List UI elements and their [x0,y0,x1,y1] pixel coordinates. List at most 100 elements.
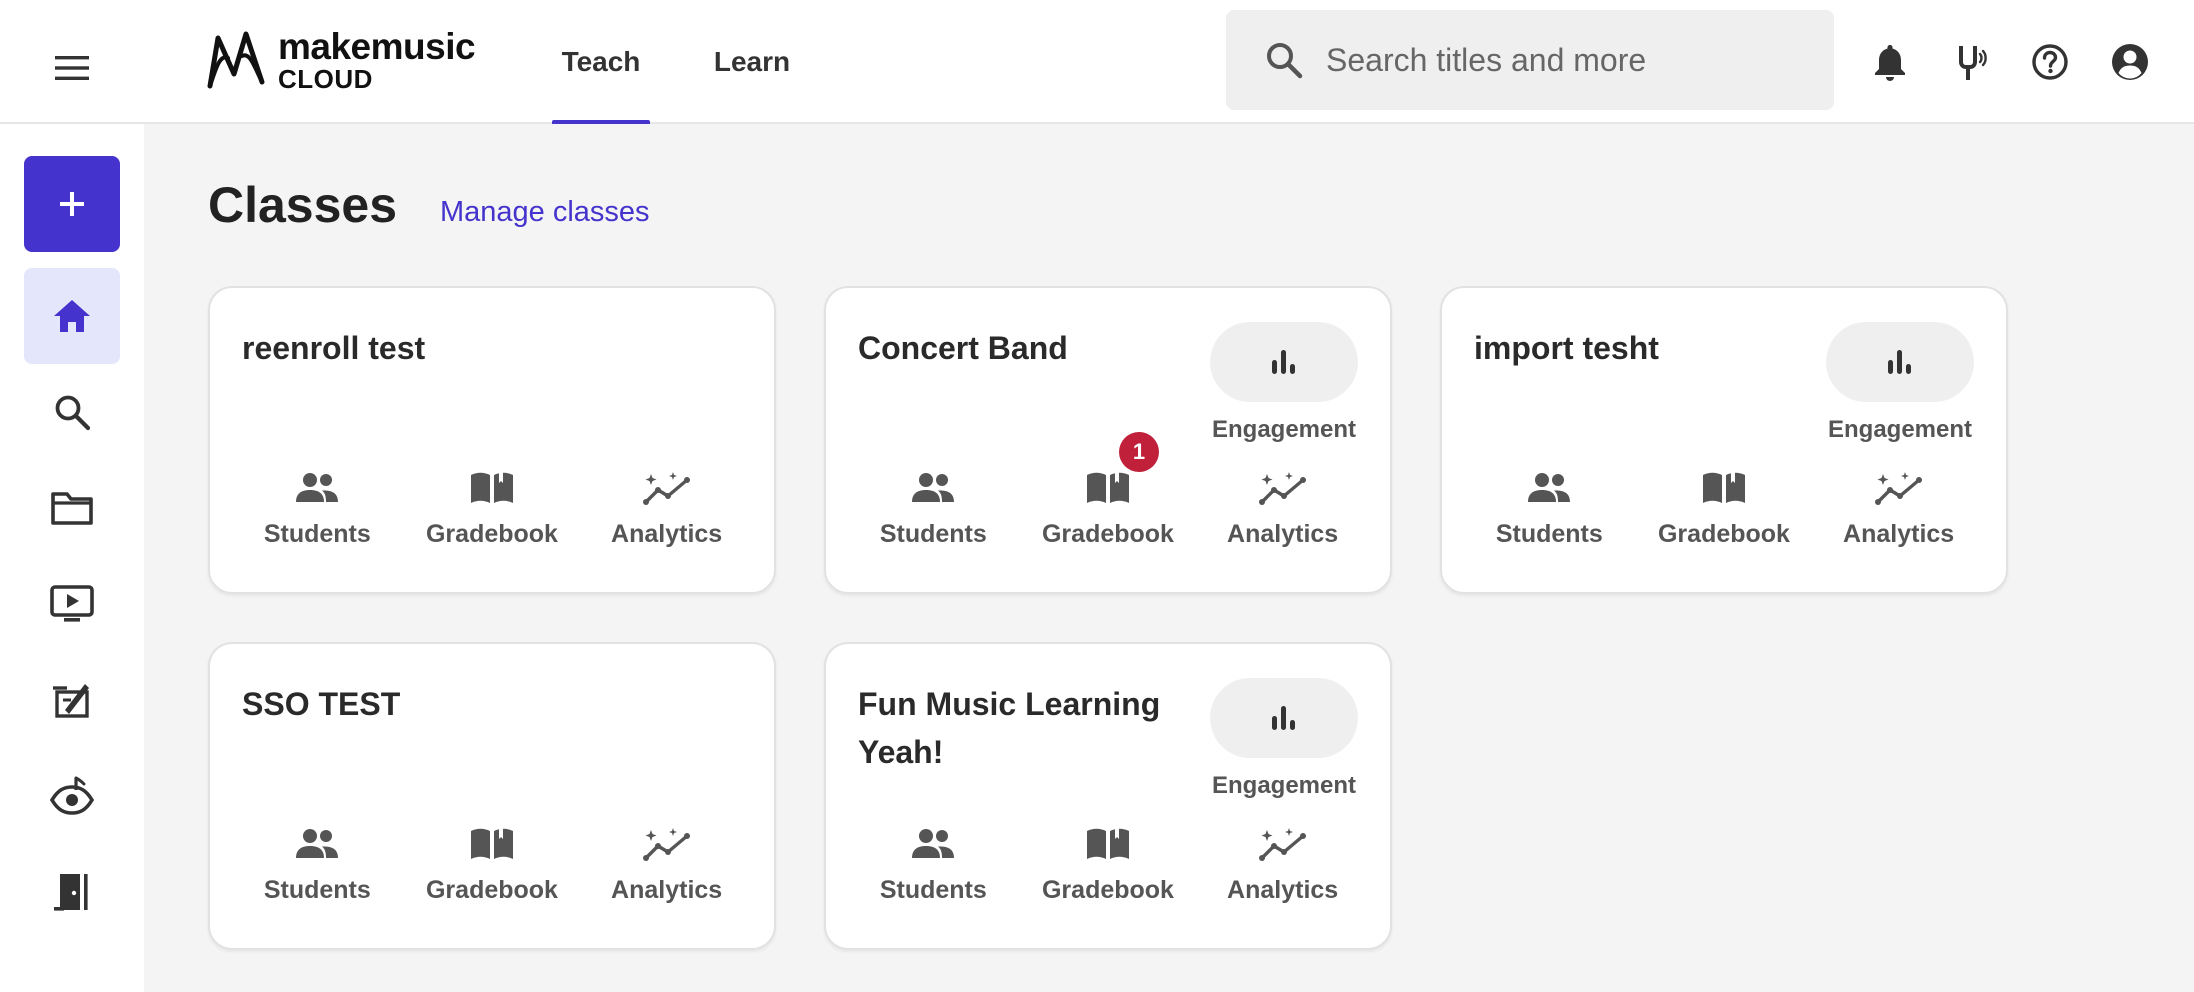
left-sidebar [0,124,144,992]
gradebook-button[interactable]: Gradebook [417,822,567,905]
exit-icon [54,874,88,911]
students-button[interactable]: Students [1474,466,1624,549]
logo-subtitle: CLOUD [278,64,373,94]
add-button[interactable] [24,156,120,252]
tab-teach[interactable]: Teach [552,0,650,124]
students-button[interactable]: Students [858,822,1008,905]
sidebar-item-search[interactable] [24,364,120,460]
tuning-fork-icon[interactable] [1946,38,1994,86]
class-card[interactable]: reenroll test Students Gradebook Analyti… [208,286,776,594]
sidebar-item-library[interactable] [24,460,120,556]
students-label: Students [263,520,371,548]
eye-music-icon [50,776,94,815]
students-label: Students [879,520,987,548]
analytics-button[interactable]: Analytics [1208,466,1358,549]
engagement-button[interactable]: Engagement [1210,322,1358,444]
analytics-icon [1258,466,1307,510]
gradebook-button[interactable]: Gradebook [1033,822,1183,905]
card-actions: Students Gradebook Analytics [210,822,774,905]
search-input[interactable] [1326,41,1806,79]
analytics-icon [1874,466,1923,510]
class-name: import tesht [1474,330,1659,366]
class-card[interactable]: Concert Band Engagement Students 1 Grade… [824,286,1392,594]
people-icon [294,466,340,510]
analytics-label: Analytics [611,876,723,904]
sidebar-item-exit[interactable] [24,844,120,940]
book-icon [469,822,515,866]
people-icon [1526,466,1572,510]
add-icon [60,192,84,216]
bar-chart-icon [1888,350,1911,374]
students-button[interactable]: Students [858,466,1008,549]
engagement-button[interactable]: Engagement [1826,322,1974,444]
engagement-button[interactable]: Engagement [1210,678,1358,800]
people-icon [294,822,340,866]
people-icon [910,466,956,510]
page-title: Classes [208,177,398,233]
analytics-button[interactable]: Analytics [592,466,742,549]
gradebook-label: Gradebook [425,520,558,548]
gradebook-badge: 1 [1118,432,1159,472]
account-icon[interactable] [2106,38,2154,86]
gradebook-button[interactable]: Gradebook [1649,466,1799,549]
class-card[interactable]: SSO TEST Students Gradebook Analytics [208,642,776,950]
tab-learn[interactable]: Learn [706,0,798,124]
analytics-button[interactable]: Analytics [1208,822,1358,905]
bar-chart-icon [1272,706,1295,730]
card-actions: Students 1 Gradebook Analytics [826,432,1390,549]
book-icon [1085,822,1131,866]
analytics-button[interactable]: Analytics [592,822,742,905]
logo-mark-icon [207,31,265,89]
gradebook-label: Gradebook [1041,520,1174,548]
manage-classes-link[interactable]: Manage classes [440,196,650,229]
makemusic-logo[interactable]: makemusic CLOUD [206,26,476,94]
search-box[interactable] [1226,10,1834,110]
gradebook-button[interactable]: Gradebook [417,466,567,549]
class-name: SSO TEST [242,686,401,722]
sidebar-item-videos[interactable] [24,556,120,652]
class-card[interactable]: Fun Music Learning Yeah! Engagement Stud… [824,642,1392,950]
sidebar-item-home[interactable] [24,268,120,364]
students-label: Students [263,876,371,904]
sidebar-item-sight-reading[interactable] [24,748,120,844]
class-name: reenroll test [242,330,426,366]
students-button[interactable]: Students [242,822,392,905]
gradebook-label: Gradebook [1041,876,1174,904]
folder-icon [51,492,93,525]
bar-chart-icon [1272,350,1295,374]
engagement-label: Engagement [1827,416,1973,443]
book-icon [469,466,515,510]
analytics-button[interactable]: Analytics [1824,466,1974,549]
people-icon [910,822,956,866]
logo-text: makemusic CLOUD [278,26,476,94]
analytics-label: Analytics [611,520,723,548]
gradebook-label: Gradebook [1657,520,1790,548]
engagement-label: Engagement [1211,772,1357,799]
analytics-icon [1258,822,1307,866]
book-icon [1701,466,1747,510]
logo-wordmark: makemusic [278,26,476,67]
analytics-label: Analytics [1843,520,1955,548]
search-icon [1262,38,1306,82]
bell-icon[interactable] [1866,38,1914,86]
menu-icon[interactable] [48,44,96,92]
video-icon [50,585,94,622]
students-label: Students [1495,520,1603,548]
analytics-icon [642,822,691,866]
class-card[interactable]: import tesht Engagement Students Gradebo… [1440,286,2008,594]
class-name: Concert Band [858,330,1068,366]
card-actions: Students Gradebook Analytics [826,822,1390,905]
gradebook-label: Gradebook [425,876,558,904]
card-actions: Students Gradebook Analytics [210,466,774,549]
engagement-pill [1210,322,1358,402]
help-icon[interactable] [2026,38,2074,86]
gradebook-button[interactable]: 1 Gradebook [1033,432,1183,549]
class-name: Fun Music Learning Yeah! [858,686,1161,770]
top-bar: makemusic CLOUD Teach Learn [0,0,2194,124]
students-button[interactable]: Students [242,466,392,549]
engagement-label: Engagement [1211,416,1357,443]
analytics-label: Analytics [1227,876,1339,904]
sidebar-item-assignments[interactable] [24,652,120,748]
students-label: Students [879,876,987,904]
assignment-icon [53,684,89,718]
